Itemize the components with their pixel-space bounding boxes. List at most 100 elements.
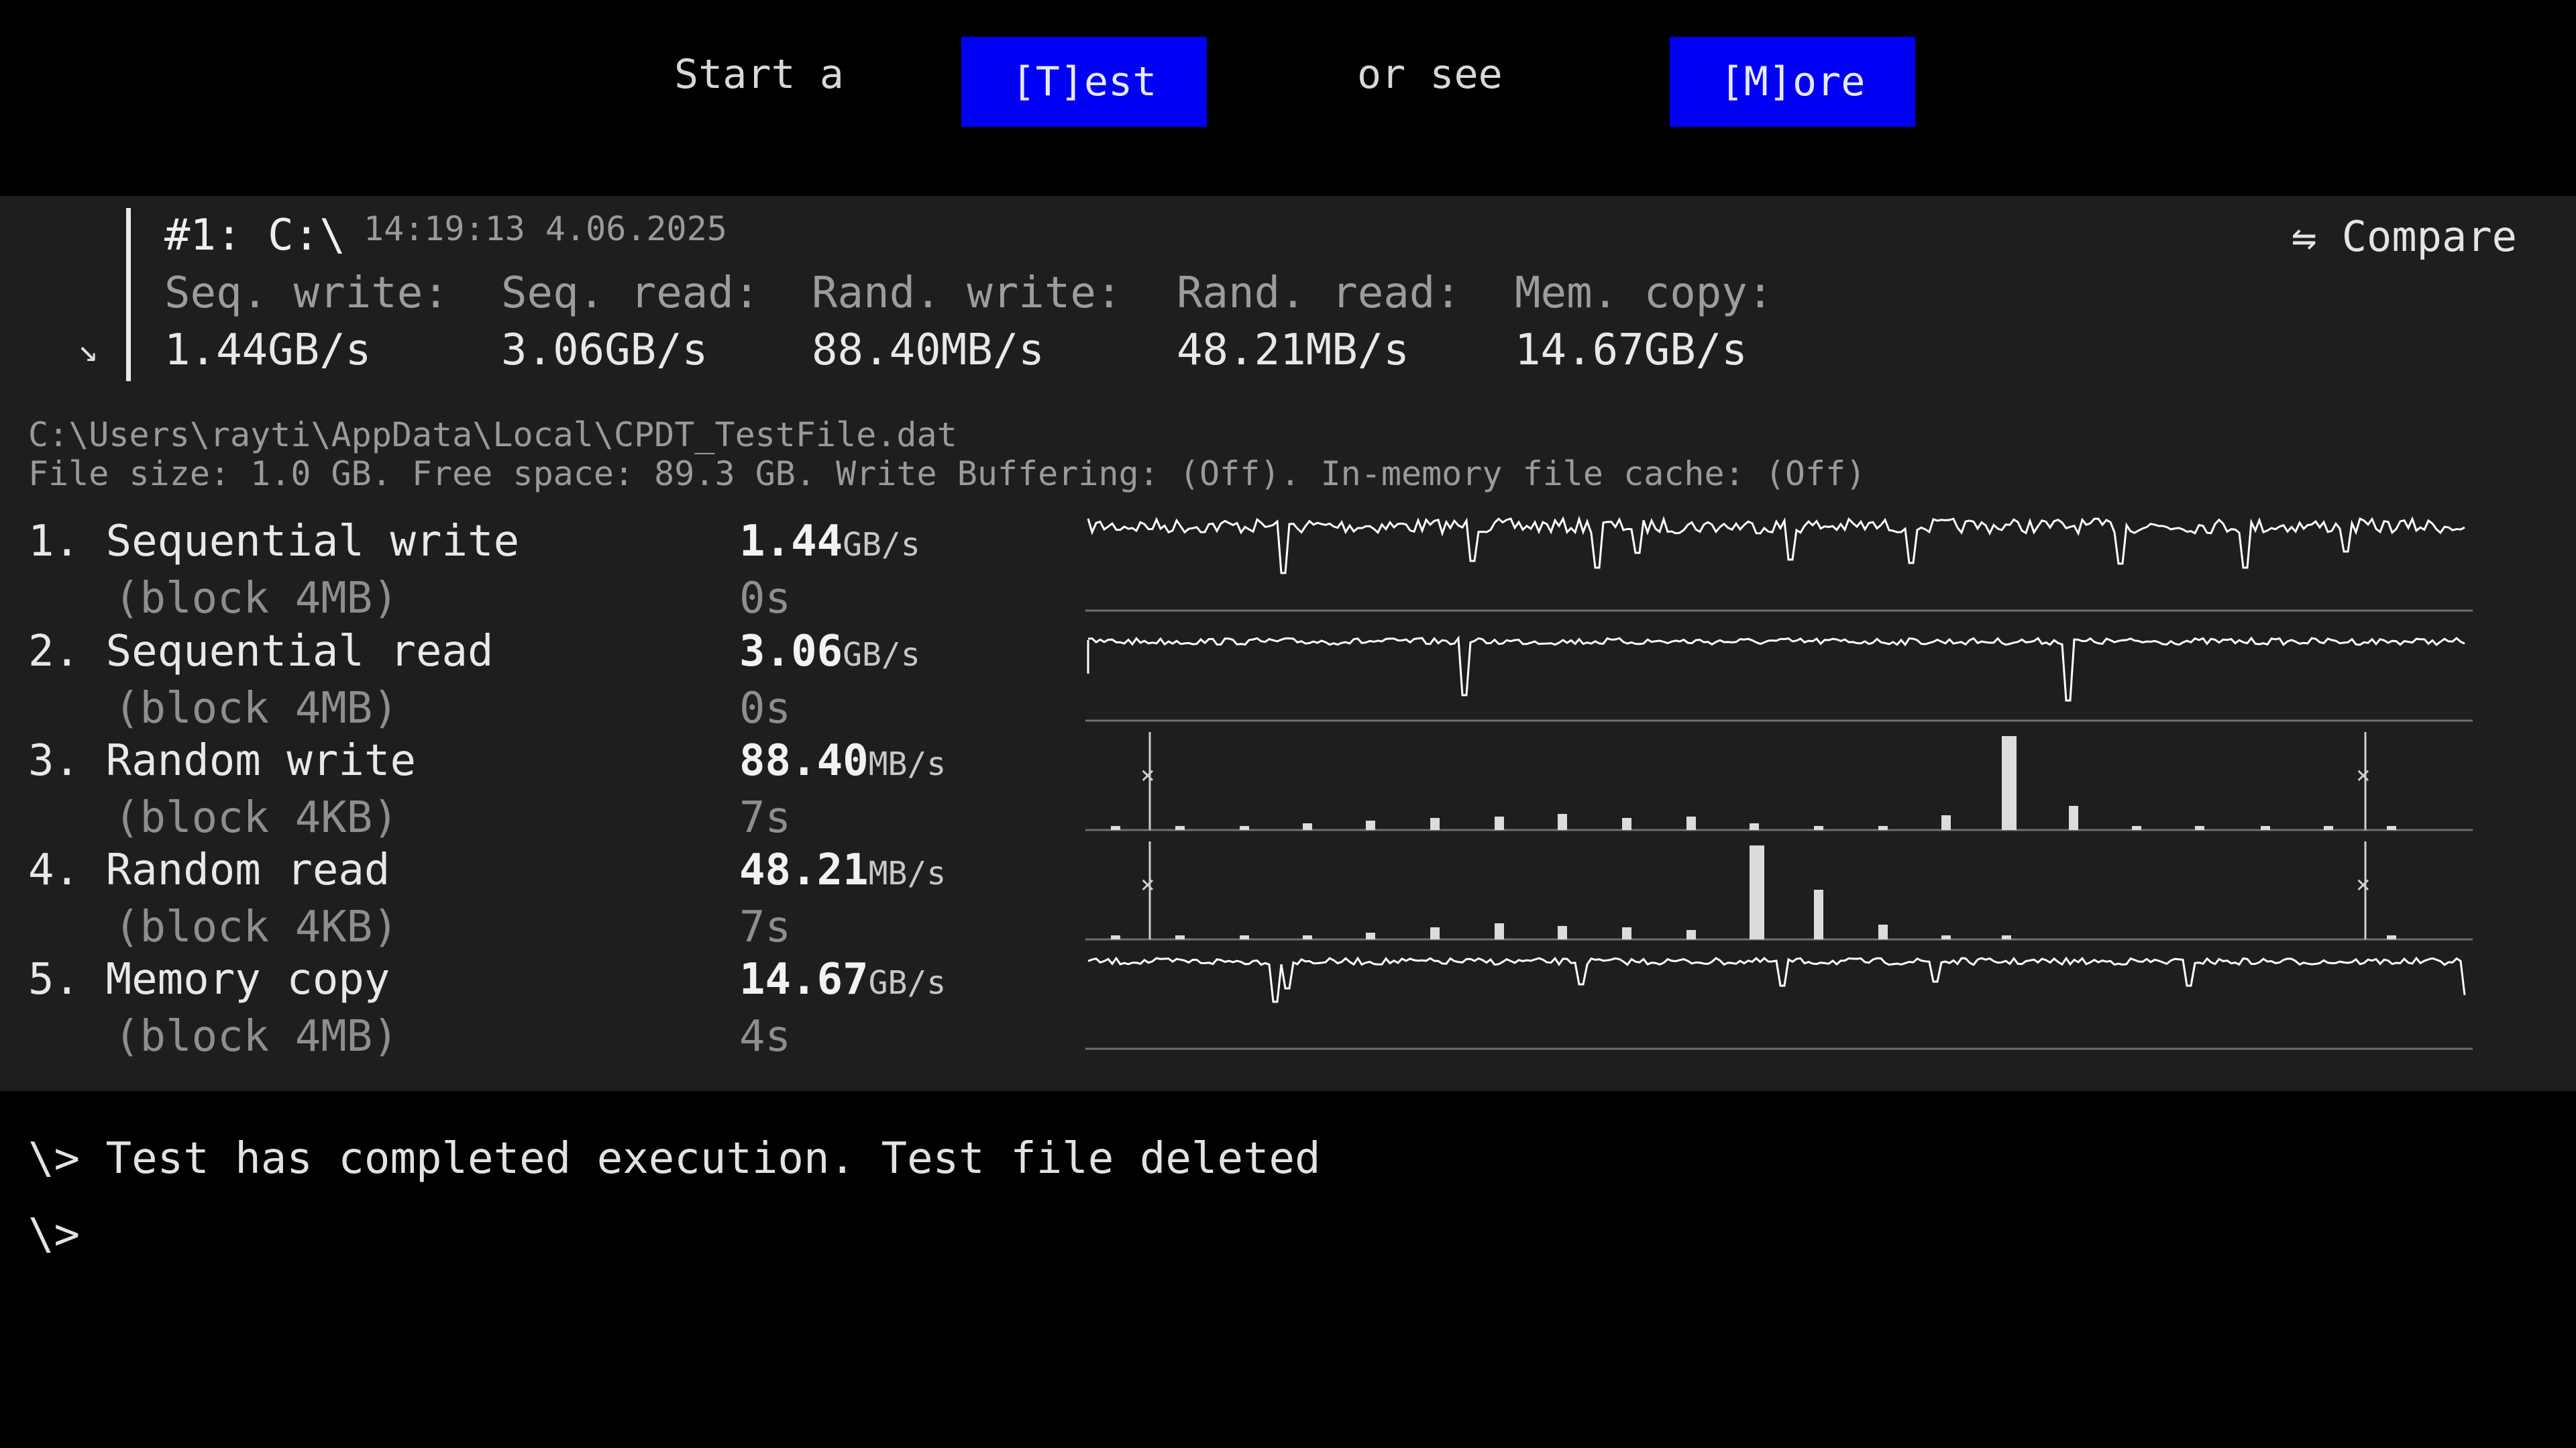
summary-value-seq-read: 3.06GB/s: [501, 325, 708, 375]
test-time-seq-read: 0s: [739, 684, 792, 733]
graph-bar: [1622, 927, 1631, 939]
graph-bar: [2069, 806, 2078, 830]
summary-label-seq-read: Seq. read:: [501, 268, 760, 318]
summary-label-rand-write: Rand. write:: [812, 268, 1122, 318]
seq-write-graph: [1085, 515, 2473, 612]
graph-bar: [1495, 817, 1504, 830]
graph-bar: [2195, 826, 2204, 830]
graph-bar: [1240, 935, 1249, 939]
graph-bar: [1941, 935, 1951, 939]
value-number: 1.44: [739, 517, 843, 566]
graph-bar: [1878, 925, 1888, 939]
summary-value-seq-write: 1.44GB/s: [164, 325, 372, 375]
graph-bar: [1111, 935, 1120, 939]
graph-bar: [2324, 826, 2333, 830]
graph-marker-label: ×: [2356, 871, 2371, 898]
graph-marker-label: ×: [1140, 871, 1155, 898]
summary-value-rand-read: 48.21MB/s: [1177, 325, 1409, 375]
graph-bar: [1878, 826, 1888, 830]
graph-bar: [1941, 815, 1951, 830]
graph-bar: [1622, 818, 1631, 830]
graph-bar: [2387, 826, 2396, 830]
graph-bar: [1175, 826, 1185, 830]
test-value-seq-read: 3.06GB/s: [739, 627, 920, 676]
summary-value-mem-copy: 14.67GB/s: [1515, 325, 1748, 375]
test-time-seq-write: 0s: [739, 574, 792, 623]
start-prompt-text: Start a: [674, 51, 844, 98]
test-name-rand-write: 3. Random write: [28, 736, 416, 786]
results-panel: ↘ #1: C:\ 14:19:13 4.06.2025 ⇋ Compare S…: [0, 196, 2576, 1091]
rand-write-graph: × ×: [1085, 732, 2473, 831]
test-time-rand-read: 7s: [739, 902, 792, 952]
graph-bar: [1175, 935, 1185, 939]
file-details: File size: 1.0 GB. Free space: 89.3 GB. …: [28, 454, 1866, 493]
graph-bar: [1686, 817, 1696, 830]
summary-label-mem-copy: Mem. copy:: [1515, 268, 1774, 318]
value-unit: GB/s: [843, 526, 920, 564]
graph-bar: [1303, 823, 1312, 830]
test-button[interactable]: [T]est: [961, 37, 1207, 127]
graph-bar: [1814, 890, 1823, 939]
graph-bar: [1111, 826, 1120, 830]
compare-button[interactable]: ⇋ Compare: [2292, 212, 2517, 261]
graph-bar: [1686, 930, 1696, 939]
graph-bar: [1558, 814, 1567, 830]
test-block-rand-read: (block 4KB): [114, 902, 398, 952]
run-timestamp: 14:19:13 4.06.2025: [364, 209, 727, 248]
console-prompt[interactable]: \>: [28, 1210, 80, 1259]
graph-bar: [1430, 927, 1440, 939]
test-block-mem-copy: (block 4MB): [114, 1012, 398, 1062]
value-unit: GB/s: [843, 636, 920, 674]
graph-bar: [1750, 823, 1759, 830]
collapse-arrow-icon[interactable]: ↘: [78, 330, 98, 369]
graph-line: [1087, 515, 2465, 574]
test-value-seq-write: 1.44GB/s: [739, 517, 920, 566]
value-number: 3.06: [739, 627, 843, 676]
summary-label-seq-write: Seq. write:: [164, 268, 449, 318]
graph-bar: [1430, 818, 1440, 830]
graph-marker-label: ×: [1140, 762, 1155, 789]
graph-bar: [1495, 923, 1504, 939]
graph-bar: [2002, 935, 2011, 939]
graph-bar: [1750, 845, 1764, 939]
run-title: #1: C:\: [164, 211, 345, 260]
value-unit: MB/s: [868, 855, 947, 892]
value-number: 88.40: [739, 736, 869, 786]
value-number: 48.21: [739, 845, 869, 895]
value-number: 14.67: [739, 955, 869, 1004]
test-name-seq-read: 2. Sequential read: [28, 627, 494, 676]
test-name-mem-copy: 5. Memory copy: [28, 955, 390, 1004]
test-name-seq-write: 1. Sequential write: [28, 517, 520, 566]
seq-read-graph: [1085, 635, 2473, 722]
graph-line: [1087, 635, 2465, 702]
summary-value-rand-write: 88.40MB/s: [812, 325, 1044, 375]
test-name-rand-read: 4. Random read: [28, 845, 390, 895]
test-value-rand-read: 48.21MB/s: [739, 845, 946, 895]
test-value-mem-copy: 14.67GB/s: [739, 955, 946, 1004]
console-output-line: \> Test has completed execution. Test fi…: [28, 1134, 1321, 1184]
run-divider: [126, 208, 131, 381]
graph-bar: [1366, 821, 1375, 830]
test-file-path: C:\Users\rayti\AppData\Local\CPDT_TestFi…: [28, 415, 957, 454]
graph-bar: [2132, 826, 2141, 830]
test-time-mem-copy: 4s: [739, 1012, 792, 1062]
graph-bar: [2002, 736, 2017, 830]
more-button[interactable]: [M]ore: [1670, 37, 1915, 127]
value-unit: MB/s: [868, 745, 947, 783]
test-block-rand-write: (block 4KB): [114, 793, 398, 843]
graph-bar: [1303, 935, 1312, 939]
graph-line: [1087, 956, 2466, 1003]
mem-copy-graph: [1085, 956, 2473, 1050]
graph-bar: [1366, 933, 1375, 939]
graph-bar: [1240, 826, 1249, 830]
value-unit: GB/s: [868, 964, 947, 1002]
test-time-rand-write: 7s: [739, 793, 792, 843]
test-value-rand-write: 88.40MB/s: [739, 736, 946, 786]
test-block-seq-read: (block 4MB): [114, 684, 398, 733]
graph-bar: [2387, 935, 2396, 939]
graph-bar: [1558, 926, 1567, 939]
summary-label-rand-read: Rand. read:: [1177, 268, 1461, 318]
rand-read-graph: × ×: [1085, 841, 2473, 941]
or-see-text: or see: [1357, 51, 1503, 98]
test-block-seq-write: (block 4MB): [114, 574, 398, 623]
